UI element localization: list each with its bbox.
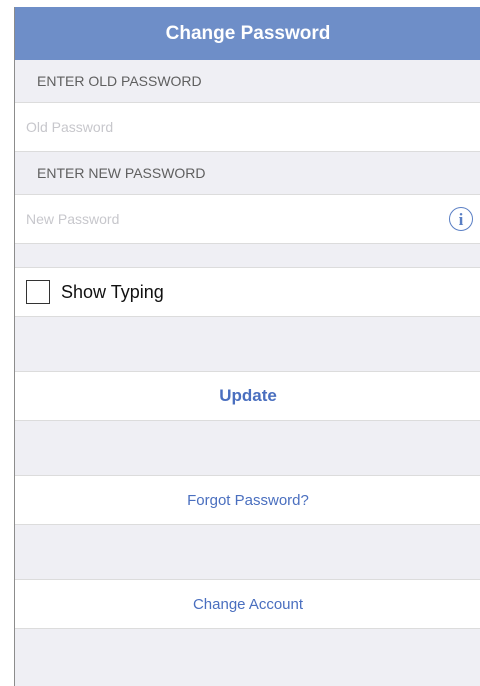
new-password-input[interactable] bbox=[26, 211, 449, 227]
change-account-button[interactable]: Change Account bbox=[15, 579, 480, 629]
show-typing-checkbox[interactable] bbox=[26, 280, 50, 304]
forgot-password-button[interactable]: Forgot Password? bbox=[15, 475, 480, 525]
show-typing-row[interactable]: Show Typing bbox=[15, 267, 480, 317]
forgot-password-label: Forgot Password? bbox=[187, 491, 309, 509]
change-account-label: Change Account bbox=[192, 595, 304, 613]
old-password-section-label: ENTER OLD PASSWORD bbox=[37, 73, 202, 89]
new-password-section-label: ENTER NEW PASSWORD bbox=[37, 165, 206, 181]
show-typing-label: Show Typing bbox=[61, 281, 164, 302]
new-password-row: i bbox=[15, 194, 480, 244]
update-button-label: Update bbox=[219, 386, 277, 405]
update-button[interactable]: Update bbox=[15, 371, 480, 421]
page-title: Change Password bbox=[165, 22, 331, 44]
old-password-row bbox=[15, 102, 480, 152]
nav-bar: Change Password bbox=[15, 7, 480, 60]
change-password-screen: Change Password ENTER OLD PASSWORD ENTER… bbox=[14, 7, 480, 686]
info-icon[interactable]: i bbox=[449, 207, 473, 231]
old-password-input[interactable] bbox=[26, 119, 473, 135]
